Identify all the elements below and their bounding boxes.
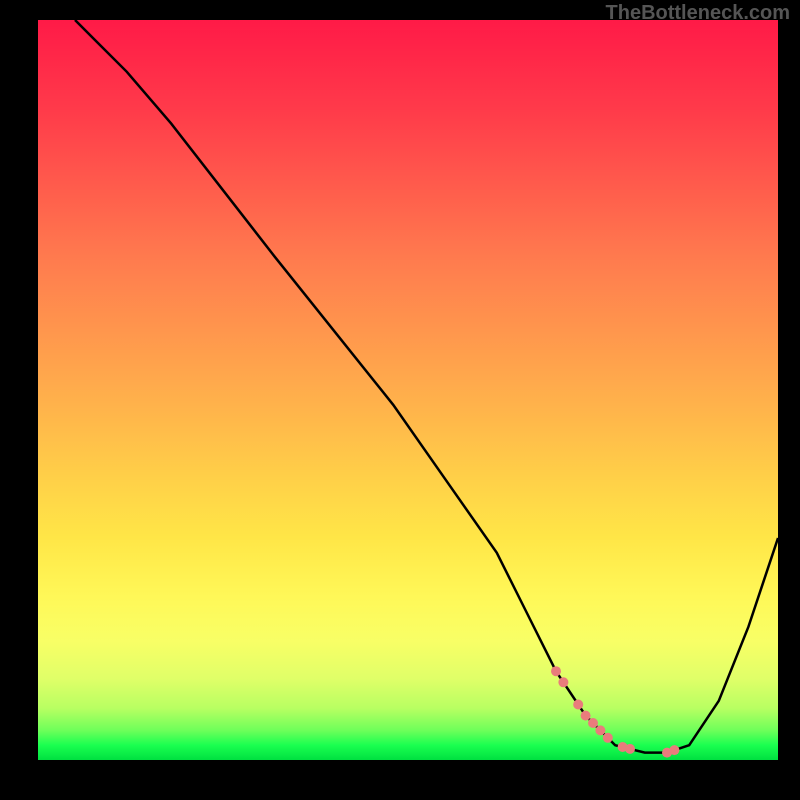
highlight-dot xyxy=(581,711,591,721)
watermark-text: TheBottleneck.com xyxy=(606,2,790,25)
highlight-dot xyxy=(669,745,679,755)
chart-line xyxy=(75,20,778,753)
chart-curve-svg xyxy=(38,20,778,760)
highlight-dot xyxy=(573,700,583,710)
highlight-dot xyxy=(551,666,561,676)
highlight-dot xyxy=(558,677,568,687)
chart-container: TheBottleneck.com xyxy=(0,0,800,800)
highlight-dot xyxy=(603,733,613,743)
highlight-dot xyxy=(588,718,598,728)
highlight-dot xyxy=(625,744,635,754)
plot-area xyxy=(38,20,778,760)
highlight-dot xyxy=(595,725,605,735)
